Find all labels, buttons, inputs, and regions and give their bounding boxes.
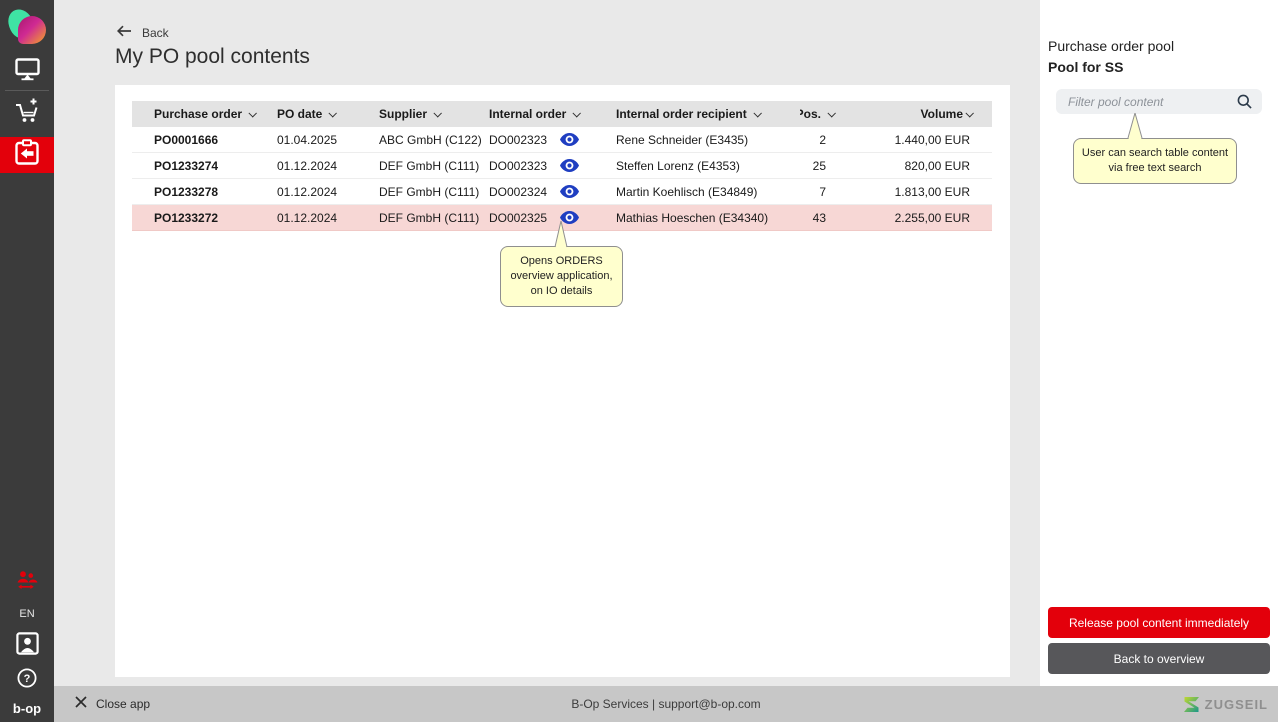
app-logo[interactable]	[0, 0, 54, 54]
eye-tooltip: Opens ORDERS overview application, on IO…	[500, 246, 623, 307]
help-icon: ?	[17, 675, 37, 692]
filter-input-wrap	[1056, 89, 1262, 114]
cell-po-date: 01.12.2024	[273, 159, 375, 173]
cell-internal-order: DO002323	[489, 159, 547, 173]
sidebar-item-add-to-cart[interactable]	[0, 91, 54, 135]
sort-chevron-icon	[965, 109, 973, 117]
b-op-logo: b-op	[13, 701, 41, 716]
eye-icon[interactable]	[560, 133, 579, 146]
panel-title: Purchase order pool	[1048, 38, 1174, 54]
cell-po-date: 01.12.2024	[273, 185, 375, 199]
monitor-icon	[15, 58, 40, 86]
sort-chevron-icon	[827, 109, 835, 117]
cell-po-date: 01.12.2024	[273, 211, 375, 225]
search-tooltip-pointer	[1124, 113, 1146, 141]
sidebar-item-user-handover[interactable]	[14, 571, 40, 596]
cell-volume: 820,00 EUR	[842, 159, 992, 173]
cell-po-date: 01.04.2025	[273, 133, 375, 147]
back-button[interactable]: Back	[117, 24, 169, 42]
clipboard-return-icon	[12, 138, 42, 173]
cell-supplier: DEF GmbH (C111)	[375, 211, 485, 225]
eye-tooltip-pointer	[550, 221, 572, 250]
column-header-supplier[interactable]: Supplier	[375, 107, 485, 121]
footer-bar: B-Op Services | support@b-op.com Close a…	[54, 686, 1278, 722]
cell-internal-order: DO002325	[489, 211, 547, 225]
cell-pos: 43	[800, 211, 842, 225]
table-row[interactable]: PO0001666 01.04.2025 ABC GmbH (C122) DO0…	[132, 127, 992, 153]
zugseil-z-icon	[1183, 697, 1200, 712]
sort-chevron-icon	[249, 109, 257, 117]
back-to-overview-button[interactable]: Back to overview	[1048, 643, 1270, 674]
avatar-icon	[16, 642, 39, 659]
filter-pool-input[interactable]	[1056, 95, 1237, 109]
users-transfer-icon	[14, 578, 40, 595]
cell-supplier: ABC GmbH (C122)	[375, 133, 485, 147]
app-rail-sidebar: EN ? b	[0, 0, 54, 722]
column-header-po-date[interactable]: PO date	[273, 107, 375, 121]
sidebar-item-help[interactable]: ?	[17, 668, 37, 693]
cell-purchase-order: PO1233272	[150, 211, 273, 225]
back-label: Back	[142, 26, 169, 40]
column-header-pos[interactable]: Pos.	[800, 107, 842, 121]
cell-supplier: DEF GmbH (C111)	[375, 159, 485, 173]
panel-subtitle: Pool for SS	[1048, 59, 1123, 75]
support-text: B-Op Services | support@b-op.com	[54, 697, 1278, 711]
release-pool-button[interactable]: Release pool content immediately	[1048, 607, 1270, 638]
page-title: My PO pool contents	[115, 45, 310, 69]
cell-purchase-order: PO0001666	[150, 133, 273, 147]
sidebar-bottom-group: EN ? b	[0, 571, 54, 716]
zugseil-logo: ZUGSEIL	[1183, 697, 1268, 712]
column-header-volume[interactable]: Volume	[842, 107, 992, 121]
app-window: EN ? b	[0, 0, 1278, 722]
sidebar-item-desktop[interactable]	[0, 54, 54, 90]
po-pool-table: Purchase order PO date Supplier Internal…	[132, 101, 992, 231]
close-icon	[75, 695, 87, 713]
close-app-label: Close app	[96, 697, 150, 711]
eye-icon[interactable]	[560, 159, 579, 172]
cart-add-icon	[13, 97, 41, 130]
cell-supplier: DEF GmbH (C111)	[375, 185, 485, 199]
cell-recipient: Martin Koehlisch (E34849)	[612, 185, 800, 199]
zugseil-brand-name: ZUGSEIL	[1205, 697, 1268, 712]
logo-blob-shape	[18, 16, 46, 44]
eye-icon[interactable]	[560, 185, 579, 198]
language-switcher[interactable]: EN	[19, 608, 34, 620]
search-icon	[1237, 94, 1252, 109]
cell-recipient: Mathias Hoeschen (E34340)	[612, 211, 800, 225]
table-row[interactable]: PO1233274 01.12.2024 DEF GmbH (C111) DO0…	[132, 153, 992, 179]
search-tooltip: User can search table content via free t…	[1073, 138, 1237, 184]
sort-chevron-icon	[573, 109, 581, 117]
sort-chevron-icon	[753, 109, 761, 117]
cell-volume: 1.440,00 EUR	[842, 133, 992, 147]
sidebar-item-po-pool-active[interactable]	[0, 137, 54, 173]
sort-chevron-icon	[329, 109, 337, 117]
cell-pos: 7	[800, 185, 842, 199]
cell-internal-order: DO002324	[489, 185, 547, 199]
cell-pos: 25	[800, 159, 842, 173]
sidebar-item-profile[interactable]	[16, 632, 39, 660]
sort-chevron-icon	[433, 109, 441, 117]
cell-pos: 2	[800, 133, 842, 147]
right-panel: Purchase order pool Pool for SS User can…	[1040, 0, 1278, 686]
column-header-internal-order[interactable]: Internal order	[485, 107, 612, 121]
cell-internal-order: DO002323	[489, 133, 547, 147]
cell-purchase-order: PO1233274	[150, 159, 273, 173]
table-row[interactable]: PO1233278 01.12.2024 DEF GmbH (C111) DO0…	[132, 179, 992, 205]
svg-text:?: ?	[24, 673, 31, 685]
column-header-internal-order-recipient[interactable]: Internal order recipient	[612, 107, 800, 121]
cell-recipient: Steffen Lorenz (E4353)	[612, 159, 800, 173]
table-header-row: Purchase order PO date Supplier Internal…	[132, 101, 992, 127]
cell-purchase-order: PO1233278	[150, 185, 273, 199]
back-arrow-icon	[117, 24, 132, 42]
cell-recipient: Rene Schneider (E3435)	[612, 133, 800, 147]
content-card: Purchase order PO date Supplier Internal…	[115, 85, 1010, 677]
cell-volume: 1.813,00 EUR	[842, 185, 992, 199]
header-select-column	[132, 101, 150, 127]
close-app-button[interactable]: Close app	[75, 695, 150, 713]
cell-volume: 2.255,00 EUR	[842, 211, 992, 225]
column-header-purchase-order[interactable]: Purchase order	[150, 107, 273, 121]
